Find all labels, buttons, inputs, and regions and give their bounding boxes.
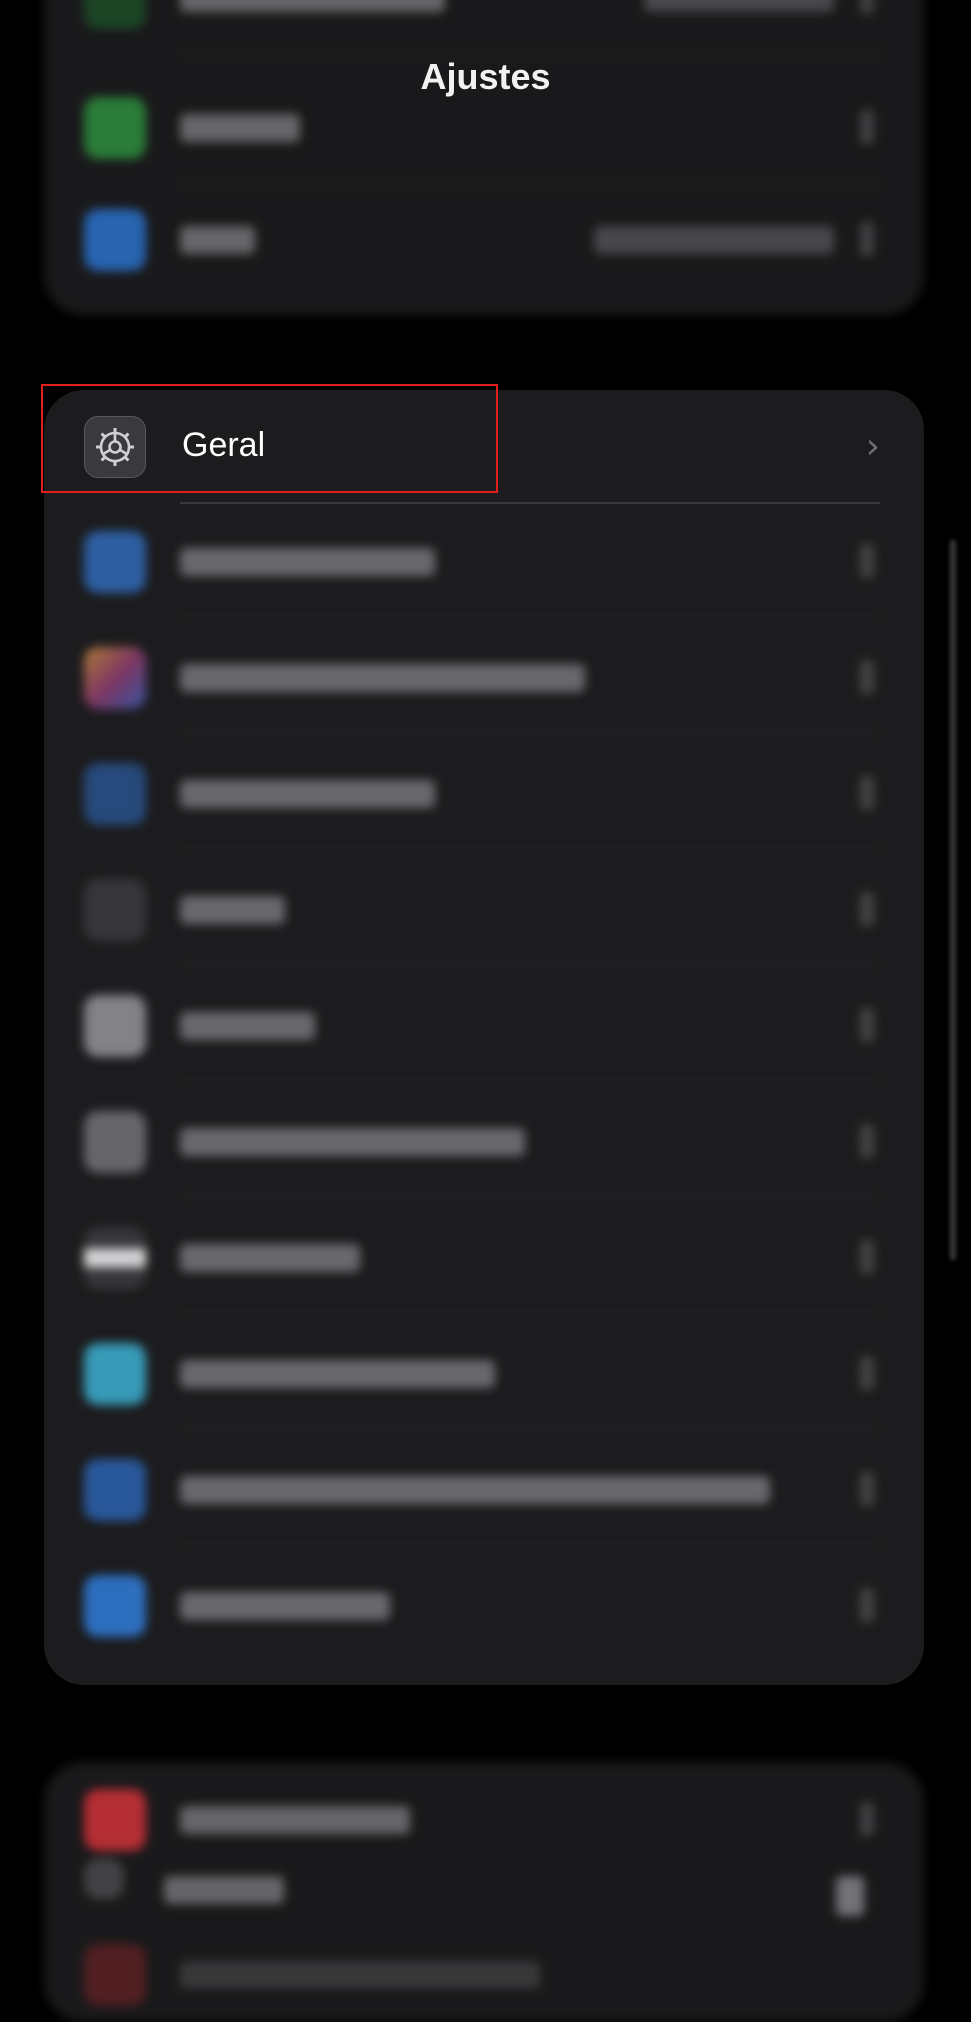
blurred-label bbox=[180, 896, 285, 924]
app-icon bbox=[84, 763, 146, 825]
blurred-label bbox=[180, 1961, 540, 1989]
chevron-right-icon bbox=[860, 1472, 874, 1506]
scrollbar[interactable] bbox=[950, 540, 956, 1260]
blurred-label bbox=[180, 0, 445, 12]
chevron-right-icon bbox=[860, 0, 874, 14]
app-icon bbox=[84, 97, 146, 159]
blurred-label bbox=[180, 1360, 495, 1388]
blurred-label bbox=[180, 1244, 360, 1272]
blurred-label bbox=[180, 780, 435, 808]
settings-group-main: Geral › bbox=[44, 390, 924, 1685]
blurred-label bbox=[180, 548, 435, 576]
blurred-label bbox=[180, 114, 300, 142]
chevron-right-icon bbox=[860, 1124, 874, 1158]
blurred-label bbox=[180, 1806, 410, 1834]
blurred-label bbox=[180, 664, 585, 692]
chevron-right-icon bbox=[860, 1240, 874, 1274]
list-item[interactable] bbox=[44, 620, 924, 734]
list-item[interactable] bbox=[44, 1917, 924, 2022]
list-item[interactable] bbox=[44, 968, 924, 1082]
chevron-right-icon bbox=[860, 660, 874, 694]
blurred-label bbox=[180, 1012, 315, 1040]
app-icon bbox=[84, 209, 146, 271]
app-icon bbox=[84, 647, 146, 709]
app-icon bbox=[84, 1944, 146, 2006]
app-icon bbox=[84, 879, 146, 941]
blurred-value bbox=[594, 226, 834, 254]
blurred-label bbox=[164, 1876, 284, 1904]
chevron-right-icon: › bbox=[865, 426, 880, 467]
list-item[interactable] bbox=[44, 1432, 924, 1546]
chevron-right-icon bbox=[860, 1008, 874, 1042]
app-icon bbox=[84, 0, 146, 29]
blurred-value bbox=[836, 1876, 864, 1916]
page-title: Ajustes bbox=[420, 56, 551, 97]
chevron-right-icon bbox=[860, 892, 874, 926]
app-icon bbox=[84, 1111, 146, 1173]
list-item[interactable] bbox=[44, 182, 924, 296]
settings-group-bottom bbox=[44, 1762, 924, 2022]
list-item[interactable] bbox=[44, 1316, 924, 1430]
chevron-right-icon bbox=[860, 1588, 874, 1622]
chevron-right-icon bbox=[860, 222, 874, 256]
chevron-right-icon bbox=[860, 1802, 874, 1836]
list-item[interactable] bbox=[44, 852, 924, 966]
blurred-label bbox=[180, 226, 255, 254]
list-item[interactable] bbox=[44, 1200, 924, 1314]
list-item[interactable] bbox=[44, 0, 924, 54]
app-icon bbox=[84, 531, 146, 593]
list-item[interactable] bbox=[44, 1548, 924, 1662]
list-item[interactable] bbox=[44, 504, 924, 618]
app-icon bbox=[84, 1227, 146, 1289]
settings-group-top bbox=[44, 0, 924, 315]
blurred-label bbox=[180, 1592, 390, 1620]
app-icon bbox=[84, 1343, 146, 1405]
selection-highlight bbox=[41, 384, 498, 493]
list-item[interactable] bbox=[44, 1084, 924, 1198]
app-icon bbox=[84, 1575, 146, 1637]
blurred-label bbox=[180, 1128, 525, 1156]
app-icon bbox=[84, 1859, 124, 1899]
app-icon bbox=[84, 995, 146, 1057]
chevron-right-icon bbox=[860, 776, 874, 810]
app-icon bbox=[84, 1459, 146, 1521]
list-item[interactable] bbox=[44, 736, 924, 850]
blurred-label bbox=[180, 1476, 770, 1504]
blurred-value bbox=[644, 0, 834, 12]
chevron-right-icon bbox=[860, 110, 874, 144]
chevron-right-icon bbox=[860, 1356, 874, 1390]
chevron-right-icon bbox=[860, 544, 874, 578]
